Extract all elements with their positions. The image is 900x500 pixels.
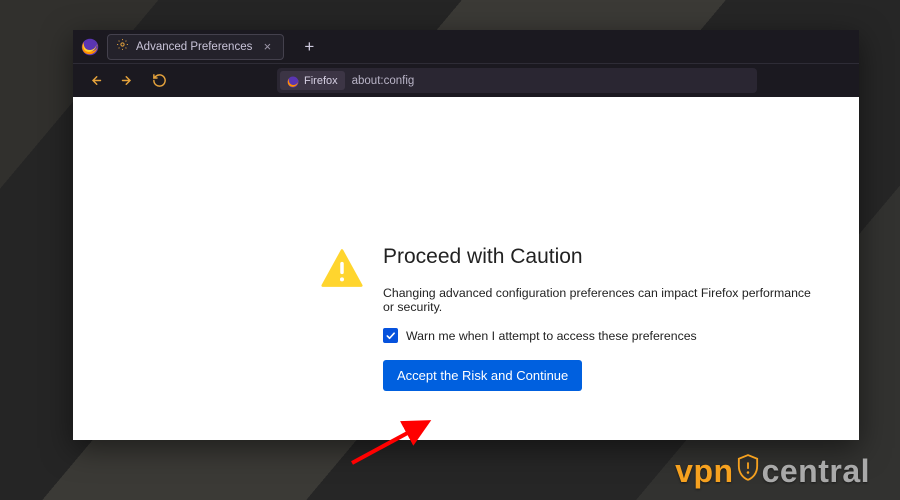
warn-checkbox-row[interactable]: Warn me when I attempt to access these p… bbox=[383, 328, 821, 343]
identity-badge-label: Firefox bbox=[304, 75, 338, 87]
forward-button[interactable] bbox=[113, 67, 141, 95]
back-button[interactable] bbox=[81, 67, 109, 95]
page-viewport: Proceed with Caution Changing advanced c… bbox=[73, 97, 859, 440]
caution-panel: Proceed with Caution Changing advanced c… bbox=[321, 245, 821, 391]
accept-risk-button[interactable]: Accept the Risk and Continue bbox=[383, 360, 582, 391]
gear-icon bbox=[116, 38, 129, 56]
browser-tab[interactable]: Advanced Preferences × bbox=[107, 34, 284, 60]
url-text: about:config bbox=[345, 75, 415, 87]
page-title: Proceed with Caution bbox=[383, 245, 821, 269]
firefox-logo-icon bbox=[287, 75, 299, 87]
tab-title: Advanced Preferences bbox=[136, 41, 252, 53]
browser-window: Advanced Preferences × + Firefox about:c… bbox=[73, 30, 859, 440]
watermark: vpn central bbox=[675, 452, 870, 490]
new-tab-button[interactable]: + bbox=[298, 37, 320, 57]
identity-badge[interactable]: Firefox bbox=[280, 71, 345, 90]
close-icon[interactable]: × bbox=[259, 39, 275, 55]
nav-toolbar: Firefox about:config bbox=[73, 63, 859, 97]
reload-button[interactable] bbox=[145, 67, 173, 95]
tab-strip: Advanced Preferences × + bbox=[73, 30, 859, 63]
caution-body-text: Changing advanced configuration preferen… bbox=[383, 286, 821, 314]
watermark-central: central bbox=[762, 453, 870, 490]
firefox-logo-icon bbox=[81, 38, 99, 56]
checkbox-checked-icon[interactable] bbox=[383, 328, 398, 343]
shield-icon bbox=[737, 452, 759, 482]
watermark-vpn: vpn bbox=[675, 453, 733, 490]
url-bar[interactable]: Firefox about:config bbox=[277, 68, 757, 93]
warning-icon bbox=[321, 247, 361, 391]
checkbox-label: Warn me when I attempt to access these p… bbox=[406, 329, 697, 343]
